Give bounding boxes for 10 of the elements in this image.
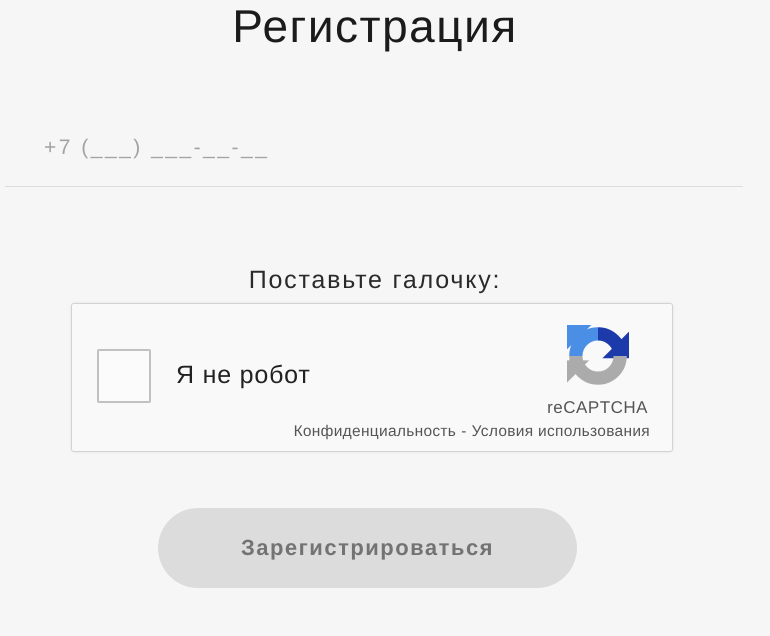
phone-input-field[interactable]: +7 (___) ___-__-__ bbox=[5, 116, 743, 187]
separator-text: - bbox=[461, 423, 467, 440]
circular-arrows-icon bbox=[566, 325, 629, 387]
footer-link[interactable]: Условия использования bbox=[472, 423, 650, 440]
footer-link[interactable]: Конфиденциальность bbox=[294, 423, 456, 440]
prompt-text: Поставьте галочку: bbox=[248, 266, 502, 294]
checkbox-label: Я не робот bbox=[176, 361, 311, 390]
checkbox[interactable] bbox=[97, 348, 151, 402]
brand-label: reCAPTCHA bbox=[547, 399, 648, 417]
page-title: Регистрация bbox=[232, 0, 518, 53]
